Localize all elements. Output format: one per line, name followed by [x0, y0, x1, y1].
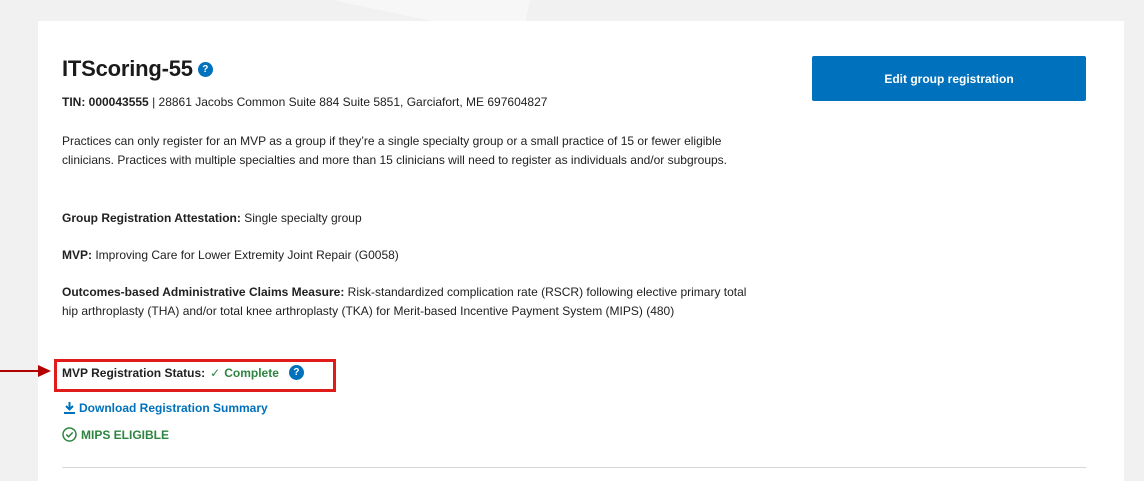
info-paragraph: Practices can only register for an MVP a…	[62, 134, 727, 167]
eligible-label: MIPS ELIGIBLE	[81, 427, 170, 442]
edit-group-registration-button[interactable]: Edit group registration	[812, 56, 1086, 101]
title-row: ITScoring-55 ?	[62, 56, 213, 82]
help-icon[interactable]: ?	[197, 61, 213, 77]
attestation-label: Group Registration Attestation:	[62, 211, 241, 225]
outcomes-label: Outcomes-based Administrative Claims Mea…	[62, 285, 345, 299]
check-circle-icon	[62, 427, 77, 442]
attestation-value: Single specialty group	[244, 211, 362, 225]
status-highlight-box	[54, 359, 336, 392]
group-title: ITScoring-55	[62, 56, 193, 81]
download-icon	[64, 402, 75, 414]
mips-eligible-badge: MIPS ELIGIBLE	[62, 427, 169, 442]
attestation-row: Group Registration Attestation: Single s…	[62, 209, 754, 228]
tin-address-line: TIN: 000043555 | 28861 Jacobs Common Sui…	[62, 95, 547, 109]
mvp-value: Improving Care for Lower Extremity Joint…	[95, 248, 399, 262]
download-label: Download Registration Summary	[79, 401, 268, 415]
divider	[62, 467, 1086, 468]
mvp-label: MVP:	[62, 248, 92, 262]
annotation-arrow-head	[38, 365, 51, 377]
group-address: 28861 Jacobs Common Suite 884 Suite 5851…	[158, 95, 548, 109]
group-registration-card: ITScoring-55 ? TIN: 000043555 | 28861 Ja…	[38, 21, 1124, 481]
mvp-row: MVP: Improving Care for Lower Extremity …	[62, 246, 754, 265]
annotation-arrow-line	[0, 370, 40, 372]
download-summary-link[interactable]: Download Registration Summary	[64, 401, 268, 415]
outcomes-row: Outcomes-based Administrative Claims Mea…	[62, 283, 754, 321]
tin-number: TIN: 000043555	[62, 95, 149, 109]
